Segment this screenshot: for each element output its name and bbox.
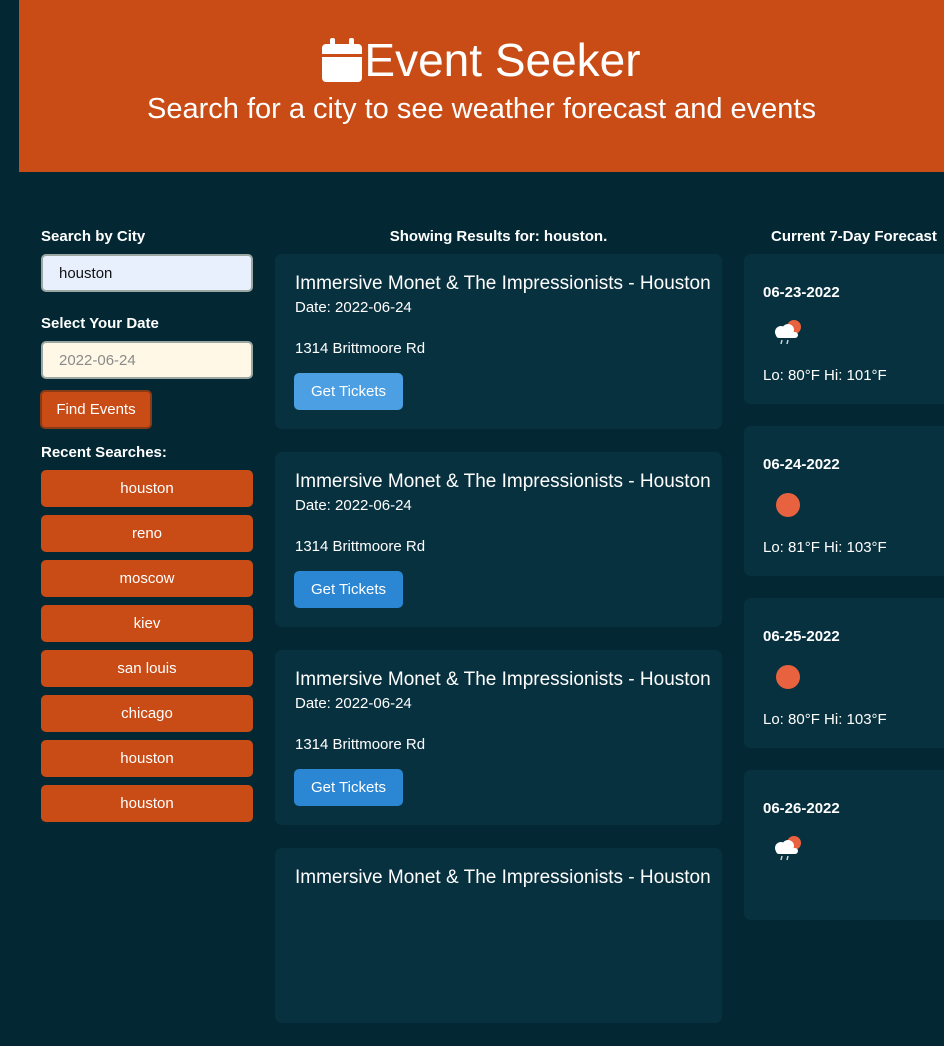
results-heading: Showing Results for: houston. — [389, 228, 608, 245]
event-venue: 1314 Brittmoore Rd — [295, 538, 426, 555]
recent-search-button[interactable]: chicago — [41, 695, 253, 732]
forecast-heading: Current 7-Day Forecast — [771, 228, 937, 245]
event-name: Immersive Monet & The Impressionists - H… — [295, 471, 711, 492]
get-tickets-button[interactable]: Get Tickets — [294, 373, 403, 410]
calendar-icon — [322, 38, 363, 82]
event-name: Immersive Monet & The Impressionists - H… — [295, 273, 711, 294]
thunderstorm-icon — [775, 836, 801, 861]
event-card: Immersive Monet & The Impressionists - H… — [275, 254, 722, 429]
find-events-button[interactable]: Find Events — [40, 390, 152, 429]
forecast-card: 06-25-2022 Lo: 80°F Hi: 103°F — [744, 598, 944, 748]
recent-search-button[interactable]: san louis — [41, 650, 253, 687]
event-venue: 1314 Brittmoore Rd — [295, 340, 426, 357]
recent-search-button[interactable]: houston — [41, 785, 253, 822]
sun-icon — [776, 665, 800, 689]
forecast-temps: Lo: 80°F Hi: 101°F — [763, 367, 887, 384]
forecast-date: 06-26-2022 — [763, 800, 840, 817]
recent-searches-label: Recent Searches: — [41, 444, 167, 461]
event-venue: 1314 Brittmoore Rd — [295, 736, 426, 753]
event-card: Immersive Monet & The Impressionists - H… — [275, 452, 722, 627]
event-date: Date: 2022-06-24 — [295, 299, 412, 316]
thunderstorm-icon — [775, 320, 801, 345]
page-title: Event Seeker — [364, 34, 641, 86]
recent-search-button[interactable]: reno — [41, 515, 253, 552]
event-list: Immersive Monet & The Impressionists - H… — [275, 254, 722, 1046]
forecast-card: 06-23-2022 Lo: 80°F Hi: 101°F — [744, 254, 944, 404]
page-subtitle: Search for a city to see weather forecas… — [147, 93, 816, 125]
city-label: Search by City — [41, 228, 146, 245]
get-tickets-button[interactable]: Get Tickets — [294, 571, 403, 608]
city-search-input[interactable] — [41, 254, 253, 292]
forecast-date: 06-25-2022 — [763, 628, 840, 645]
event-card: Immersive Monet & The Impressionists - H… — [275, 650, 722, 825]
forecast-temps: Lo: 80°F Hi: 103°F — [763, 711, 887, 728]
get-tickets-button[interactable]: Get Tickets — [294, 769, 403, 806]
recent-search-button[interactable]: houston — [41, 740, 253, 777]
forecast-card: 06-24-2022 Lo: 81°F Hi: 103°F — [744, 426, 944, 576]
date-input[interactable] — [41, 341, 253, 379]
recent-search-button[interactable]: moscow — [41, 560, 253, 597]
forecast-list: 06-23-2022 Lo: 80°F Hi: 101°F 06-24-2022… — [744, 254, 944, 942]
event-name: Immersive Monet & The Impressionists - H… — [295, 867, 711, 888]
sun-icon — [776, 493, 800, 517]
forecast-date: 06-23-2022 — [763, 284, 840, 301]
event-date: Date: 2022-06-24 — [295, 695, 412, 712]
forecast-date: 06-24-2022 — [763, 456, 840, 473]
recent-searches-list: houston reno moscow kiev san louis chica… — [41, 470, 253, 830]
event-card: Immersive Monet & The Impressionists - H… — [275, 848, 722, 1023]
page-header: Event Seeker Search for a city to see we… — [19, 0, 944, 172]
event-name: Immersive Monet & The Impressionists - H… — [295, 669, 711, 690]
forecast-card: 06-26-2022 — [744, 770, 944, 920]
event-date: Date: 2022-06-24 — [295, 497, 412, 514]
date-label: Select Your Date — [41, 315, 159, 332]
recent-search-button[interactable]: houston — [41, 470, 253, 507]
recent-search-button[interactable]: kiev — [41, 605, 253, 642]
forecast-temps: Lo: 81°F Hi: 103°F — [763, 539, 887, 556]
title-row: Event Seeker — [19, 30, 944, 90]
